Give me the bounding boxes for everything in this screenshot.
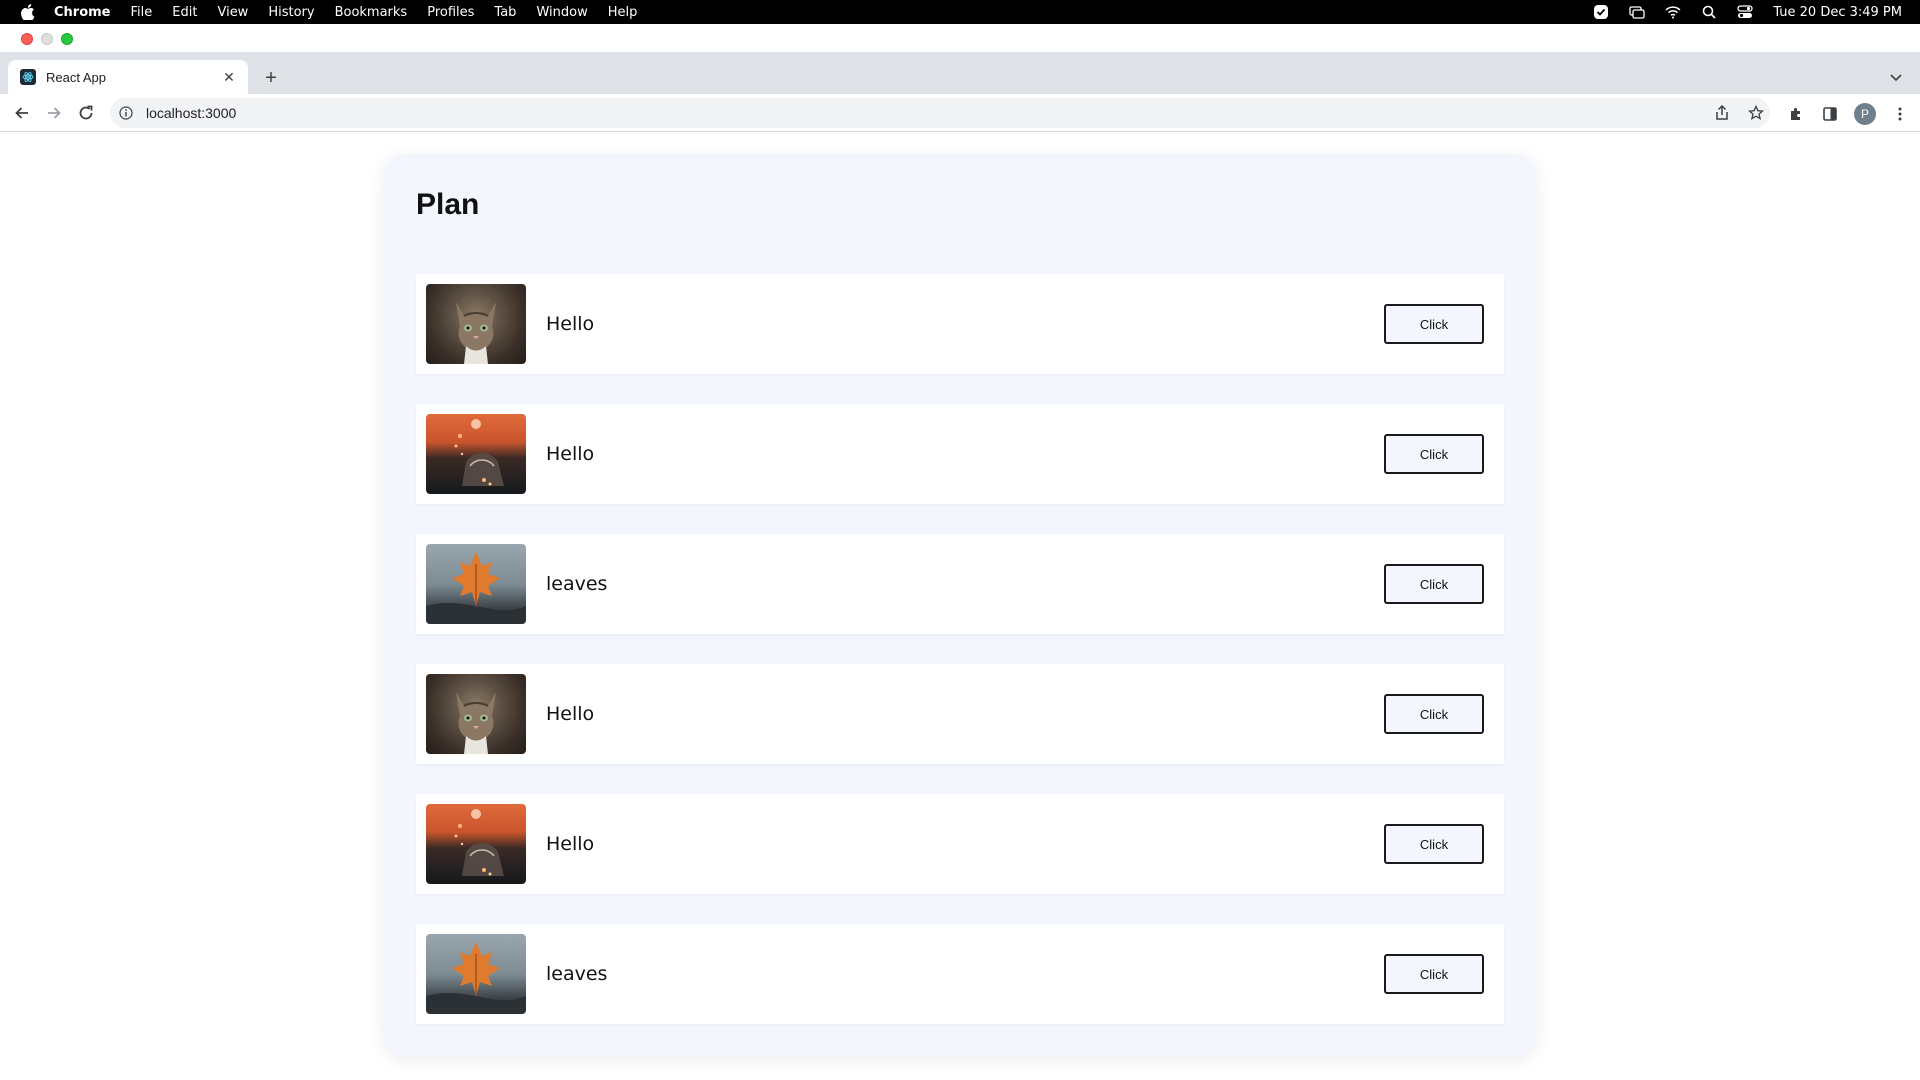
window-minimize-button[interactable] (41, 33, 53, 45)
autumn-leaf-photo (426, 544, 526, 624)
back-arrow-icon[interactable] (12, 103, 32, 123)
react-favicon-icon (20, 69, 36, 85)
plan-card: Plan Hello Click Hello Click leaves Clic… (384, 154, 1536, 1056)
new-tab-plus-icon[interactable]: + (260, 67, 282, 89)
menu-bookmarks[interactable]: Bookmarks (335, 5, 408, 20)
item-label: Hello (546, 443, 595, 465)
tab-title: React App (46, 69, 106, 85)
menubar-clock[interactable]: Tue 20 Dec 3:49 PM (1773, 5, 1902, 20)
click-button[interactable]: Click (1384, 564, 1484, 604)
window-title-bar (0, 24, 1920, 52)
list-item: leaves Click (416, 534, 1504, 634)
sunset-jar-photo (426, 414, 526, 494)
site-info-icon[interactable] (118, 105, 134, 121)
window-close-button[interactable] (21, 33, 33, 45)
cat-photo (426, 674, 526, 754)
window-maximize-button[interactable] (61, 33, 73, 45)
click-button[interactable]: Click (1384, 434, 1484, 474)
apple-icon[interactable] (20, 4, 36, 20)
page-viewport: Plan Hello Click Hello Click leaves Clic… (0, 132, 1920, 1080)
screen-mirror-icon[interactable] (1629, 4, 1645, 20)
browser-toolbar: localhost:3000 P (0, 94, 1920, 132)
menu-tab[interactable]: Tab (494, 5, 516, 20)
item-label: leaves (546, 963, 608, 985)
list-item: Hello Click (416, 794, 1504, 894)
tab-strip: React App ✕ + (0, 52, 1920, 94)
cat-photo (426, 284, 526, 364)
click-button[interactable]: Click (1384, 304, 1484, 344)
share-icon[interactable] (1712, 103, 1732, 123)
tab-search-chevron-icon[interactable] (1886, 68, 1906, 88)
task-check-icon[interactable] (1593, 4, 1609, 20)
item-label: Hello (546, 703, 595, 725)
browser-tab-active[interactable]: React App ✕ (8, 60, 248, 94)
profile-avatar[interactable]: P (1854, 103, 1876, 125)
list-item: Hello Click (416, 404, 1504, 504)
side-panel-icon[interactable] (1820, 104, 1840, 124)
click-button[interactable]: Click (1384, 954, 1484, 994)
control-center-icon[interactable] (1737, 4, 1753, 20)
menu-history[interactable]: History (268, 5, 314, 20)
page-title: Plan (416, 188, 480, 221)
url-text[interactable]: localhost:3000 (146, 105, 236, 121)
tab-close-icon[interactable]: ✕ (220, 68, 238, 86)
spotlight-search-icon[interactable] (1701, 4, 1717, 20)
menu-help[interactable]: Help (608, 5, 638, 20)
macos-menu-bar: Chrome File Edit View History Bookmarks … (0, 0, 1920, 24)
menu-file[interactable]: File (131, 5, 153, 20)
item-label: leaves (546, 573, 608, 595)
extensions-puzzle-icon[interactable] (1786, 104, 1806, 124)
reload-icon[interactable] (76, 103, 96, 123)
list-item: Hello Click (416, 274, 1504, 374)
menu-app-name[interactable]: Chrome (54, 5, 111, 20)
item-label: Hello (546, 313, 595, 335)
sunset-jar-photo (426, 804, 526, 884)
forward-arrow-icon[interactable] (44, 103, 64, 123)
menu-edit[interactable]: Edit (172, 5, 197, 20)
chrome-menu-kebab-icon[interactable] (1890, 104, 1910, 124)
menu-view[interactable]: View (217, 5, 248, 20)
item-label: Hello (546, 833, 595, 855)
list-item: Hello Click (416, 664, 1504, 764)
address-bar[interactable]: localhost:3000 (110, 98, 1770, 128)
click-button[interactable]: Click (1384, 694, 1484, 734)
menu-profiles[interactable]: Profiles (427, 5, 474, 20)
click-button[interactable]: Click (1384, 824, 1484, 864)
bookmark-star-icon[interactable] (1746, 103, 1766, 123)
autumn-leaf-photo (426, 934, 526, 1014)
menu-window[interactable]: Window (536, 5, 587, 20)
wifi-icon[interactable] (1665, 4, 1681, 20)
list-item: leaves Click (416, 924, 1504, 1024)
plan-list: Hello Click Hello Click leaves Click Hel… (416, 274, 1504, 1054)
